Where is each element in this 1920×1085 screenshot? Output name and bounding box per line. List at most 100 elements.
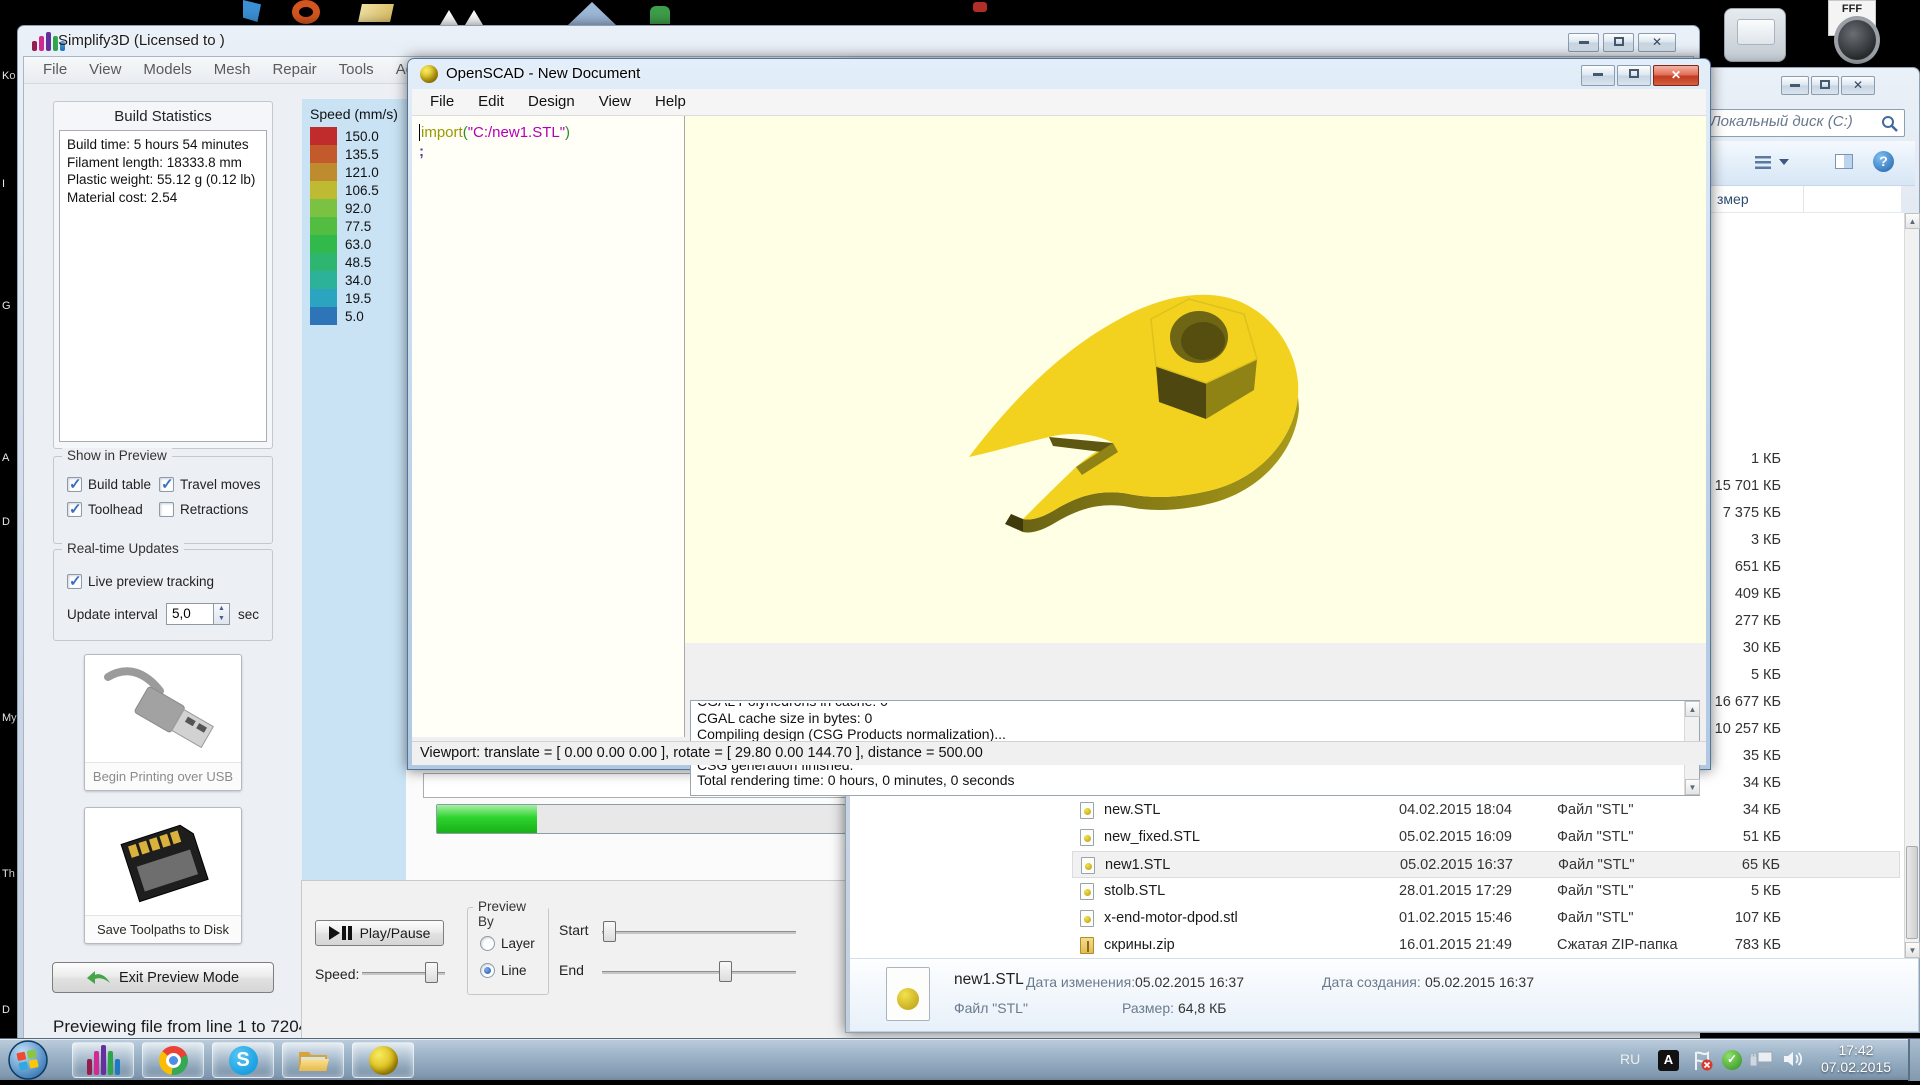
start-slider-thumb[interactable]	[603, 921, 616, 942]
desktop-icon-fragment-blue[interactable]	[243, 0, 261, 22]
simplify3d-menu-item[interactable]: View	[78, 57, 132, 83]
exit-preview-button[interactable]: Exit Preview Mode	[52, 962, 274, 993]
desktop-icon-fragment-pyramid[interactable]	[568, 2, 616, 25]
simplify3d-menu-item[interactable]: Repair	[261, 57, 327, 83]
live-preview-tracking-option[interactable]: Live preview tracking	[67, 574, 214, 589]
end-slider-track[interactable]	[602, 971, 796, 974]
file-name[interactable]: stolb.STL	[1104, 883, 1165, 899]
file-row[interactable]: stolb.STL 28.01.2015 17:29 Файл "STL" 5 …	[1072, 878, 1900, 905]
simplify3d-minimize-button[interactable]	[1568, 33, 1599, 52]
file-name[interactable]: new_fixed.STL	[1104, 829, 1200, 845]
file-name[interactable]: x-end-motor-dpod.stl	[1104, 910, 1238, 926]
desktop-icon-fragment-orange-ring[interactable]	[292, 0, 320, 24]
preview-option[interactable]: Toolhead	[67, 502, 159, 517]
preview-option[interactable]: Build table	[67, 477, 159, 492]
start-slider-track[interactable]	[602, 931, 796, 934]
layer-radio[interactable]	[480, 936, 495, 951]
desktop-icon-fragment-red[interactable]	[973, 2, 987, 12]
simplify3d-menu-item[interactable]: Mesh	[203, 57, 262, 83]
help-icon[interactable]: ?	[1873, 151, 1894, 172]
change-view-icon[interactable]	[1755, 156, 1771, 169]
file-row[interactable]: new1.STL 05.02.2015 16:37 Файл "STL" 65 …	[1072, 851, 1900, 878]
explorer-close-button[interactable]: ✕	[1841, 76, 1875, 95]
scroll-thumb[interactable]	[1906, 846, 1918, 939]
file-row[interactable]: x-end-motor-dpod.stl 01.02.2015 15:46 Фа…	[1072, 905, 1900, 932]
desktop-icon-fragment-triangles[interactable]	[440, 10, 458, 25]
scroll-up-arrow[interactable]: ▲	[1905, 213, 1920, 229]
show-desktop-button[interactable]	[1908, 1039, 1920, 1081]
preview-pane-icon[interactable]	[1835, 154, 1853, 169]
update-interval-input[interactable]: 5,0	[166, 603, 214, 625]
openscad-menu-item[interactable]: File	[418, 89, 466, 115]
simplify3d-menu-item[interactable]: File	[32, 57, 78, 83]
openscad-menu-item[interactable]: Help	[643, 89, 698, 115]
tray-action-center-icon[interactable]	[1692, 1050, 1714, 1077]
tray-clock[interactable]: 17:42 07.02.2015	[1806, 1042, 1906, 1076]
file-row[interactable]: new_fixed.STL 05.02.2015 16:09 Файл "STL…	[1072, 824, 1900, 851]
openscad-maximize-button[interactable]	[1617, 65, 1651, 86]
tray-volume-icon[interactable]	[1782, 1050, 1804, 1073]
scroll-up-arrow[interactable]: ▲	[1685, 701, 1700, 717]
line-radio[interactable]	[480, 963, 495, 978]
checkbox[interactable]	[159, 477, 174, 492]
taskbar-openscad-button[interactable]	[352, 1042, 414, 1078]
file-row[interactable]: new.STL 04.02.2015 18:04 Файл "STL" 34 К…	[1072, 797, 1900, 824]
save-toolpaths-button[interactable]: Save Toolpaths to Disk	[84, 807, 242, 944]
desktop-icon-label[interactable]: Ko	[2, 70, 15, 82]
tray-antivirus-icon[interactable]: ✓	[1722, 1050, 1742, 1070]
checkbox[interactable]	[67, 477, 82, 492]
openscad-3d-viewport[interactable]	[685, 116, 1706, 643]
tray-language-indicator[interactable]: RU	[1620, 1051, 1640, 1067]
change-view-dropdown-icon[interactable]	[1779, 159, 1789, 165]
file-row[interactable]: скрины.zip 16.01.2015 21:49 Сжатая ZIP-п…	[1072, 932, 1900, 959]
openscad-menu-item[interactable]: Edit	[466, 89, 516, 115]
checkbox[interactable]	[67, 502, 82, 517]
simplify3d-maximize-button[interactable]	[1603, 33, 1634, 52]
openscad-close-button[interactable]: ✕	[1653, 65, 1699, 86]
speed-slider-thumb[interactable]	[425, 962, 438, 983]
openscad-menu-item[interactable]: Design	[516, 89, 587, 115]
taskbar-skype-button[interactable]: S	[212, 1042, 274, 1078]
desktop-icon-label[interactable]: A	[2, 452, 9, 464]
desktop-icon-label[interactable]: G	[2, 300, 11, 312]
simplify3d-menu-item[interactable]: Tools	[328, 57, 385, 83]
preview-by-layer-option[interactable]: Layer	[480, 936, 535, 951]
file-name[interactable]: скрины.zip	[1104, 937, 1175, 953]
explorer-maximize-button[interactable]	[1811, 76, 1839, 95]
preview-option[interactable]: Travel moves	[159, 477, 272, 492]
explorer-minimize-button[interactable]	[1781, 76, 1809, 95]
size-column-header[interactable]: змер	[1717, 191, 1749, 207]
simplify3d-close-button[interactable]: ✕	[1638, 33, 1676, 52]
scroll-down-arrow[interactable]: ▼	[1685, 779, 1700, 795]
desktop-icon-label[interactable]: Th	[2, 868, 15, 880]
desktop-icon-label[interactable]: My	[2, 712, 17, 724]
play-pause-button[interactable]: Play/Pause	[315, 920, 444, 946]
taskbar-explorer-button[interactable]	[282, 1042, 344, 1078]
explorer-search-input[interactable]: : Локальный диск (C:)	[1697, 109, 1905, 137]
desktop-icon-label[interactable]: D	[2, 1004, 10, 1016]
openscad-code-editor[interactable]: import("C:/new1.STL") ;	[412, 116, 685, 737]
update-interval-stepper[interactable]: ▲▼	[214, 603, 230, 625]
begin-printing-usb-button[interactable]: Begin Printing over USB	[84, 654, 242, 791]
end-slider-thumb[interactable]	[719, 961, 732, 982]
desktop-icon-lens[interactable]	[1834, 16, 1880, 64]
start-button[interactable]	[8, 1040, 48, 1085]
tray-punto-icon[interactable]: A	[1658, 1050, 1679, 1071]
desktop-icon-fragment-triangles2[interactable]	[465, 10, 483, 25]
preview-option[interactable]: Retractions	[159, 502, 272, 517]
desktop-icon-fragment-folder[interactable]	[358, 4, 394, 22]
explorer-scrollbar[interactable]: ▲ ▼	[1904, 213, 1919, 958]
desktop-icon-label[interactable]: D	[2, 516, 10, 528]
desktop-icon-label[interactable]: I	[2, 178, 5, 190]
checkbox[interactable]	[159, 502, 174, 517]
desktop-icon-photo-tile[interactable]	[1724, 8, 1786, 62]
preview-by-line-option[interactable]: Line	[480, 963, 527, 978]
openscad-menu-item[interactable]: View	[587, 89, 643, 115]
checkbox[interactable]	[67, 574, 82, 589]
simplify3d-menu-item[interactable]: Models	[132, 57, 202, 83]
taskbar-simplify3d-button[interactable]	[72, 1042, 134, 1078]
desktop-icon-fragment-green[interactable]	[650, 6, 670, 24]
file-name[interactable]: new1.STL	[1105, 857, 1170, 873]
tray-network-icon[interactable]	[1748, 1050, 1774, 1075]
file-name[interactable]: new.STL	[1104, 802, 1160, 818]
